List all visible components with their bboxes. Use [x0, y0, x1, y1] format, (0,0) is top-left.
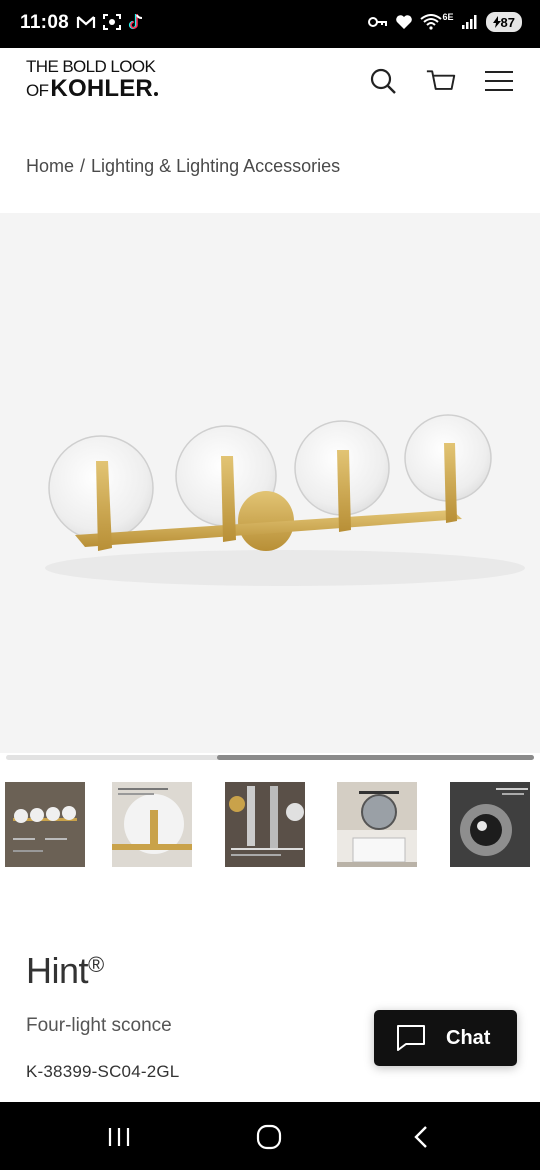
thumbnail-closeup-image [112, 782, 192, 867]
chat-icon [397, 1025, 425, 1051]
chat-button[interactable]: Chat [374, 1010, 517, 1066]
carousel-scrollbar[interactable] [6, 755, 534, 760]
carousel-scrollbar-thumb[interactable] [217, 755, 534, 760]
product-title: Hint® [26, 950, 104, 992]
product-name: Hint [26, 950, 89, 991]
trademark-symbol: ® [88, 952, 104, 977]
back-button[interactable] [406, 1122, 436, 1152]
battery-indicator: 87 [485, 12, 522, 32]
status-system-icons: 6E 87 [367, 12, 522, 32]
cart-button[interactable] [426, 66, 456, 96]
gmail-icon [76, 16, 96, 28]
site-header: THE BOLD LOOK OF KOHLER [0, 48, 540, 118]
status-bar: 11:08 6E 87 [0, 0, 540, 48]
logo-tagline: THE BOLD LOOK [26, 57, 156, 76]
menu-button[interactable] [484, 66, 514, 96]
breadcrumb-home-link[interactable]: Home [26, 156, 74, 177]
tiktok-icon [128, 14, 143, 30]
logo-of: OF [26, 81, 49, 100]
logo-dot [153, 92, 158, 96]
screenshot-icon [103, 14, 121, 30]
product-subtitle: Four-light sconce [26, 1015, 172, 1036]
breadcrumb-separator: / [80, 156, 86, 176]
home-icon [256, 1124, 282, 1150]
kohler-logo[interactable]: THE BOLD LOOK OF KOHLER [26, 58, 176, 106]
status-notification-icons [76, 13, 144, 31]
vpn-key-icon [367, 17, 387, 27]
system-nav-bar [0, 1102, 540, 1170]
thumbnail-strip [5, 782, 540, 868]
product-main-image[interactable] [0, 213, 540, 753]
wifi-icon [419, 14, 442, 30]
thumbnail-craftsmanship-image [225, 782, 305, 867]
header-actions [368, 66, 514, 96]
home-button[interactable] [254, 1122, 284, 1152]
menu-icon [485, 71, 513, 91]
thumbnail-spec-image [5, 782, 85, 867]
thumbnail-3[interactable] [225, 782, 305, 867]
cart-icon [426, 70, 456, 90]
chat-label: Chat [446, 1026, 491, 1049]
recent-apps-icon [108, 1128, 130, 1146]
network-type: 6E [442, 12, 454, 22]
thumbnail-2[interactable] [112, 782, 192, 867]
status-time: 11:08 [20, 12, 70, 33]
thumbnail-bathroom-image [337, 782, 417, 867]
thumbnail-4[interactable] [337, 782, 417, 867]
breadcrumb: Home / Lighting & Lighting Accessories [26, 156, 340, 177]
recent-apps-button[interactable] [104, 1122, 134, 1152]
logo-brand: KOHLER [50, 75, 153, 102]
battery-level: 87 [500, 14, 515, 30]
heart-icon [395, 15, 412, 29]
thumbnail-5[interactable] [450, 782, 530, 867]
search-button[interactable] [368, 66, 398, 96]
search-icon [370, 68, 396, 94]
breadcrumb-category-link[interactable]: Lighting & Lighting Accessories [91, 156, 340, 177]
signal-icon [461, 15, 477, 29]
thumbnail-detail-image [450, 782, 530, 867]
thumbnail-1[interactable] [5, 782, 85, 867]
charging-icon [492, 16, 501, 28]
product-sku: K-38399-SC04-2GL [26, 1062, 180, 1081]
sconce-illustration [45, 414, 525, 586]
back-icon [414, 1126, 427, 1148]
